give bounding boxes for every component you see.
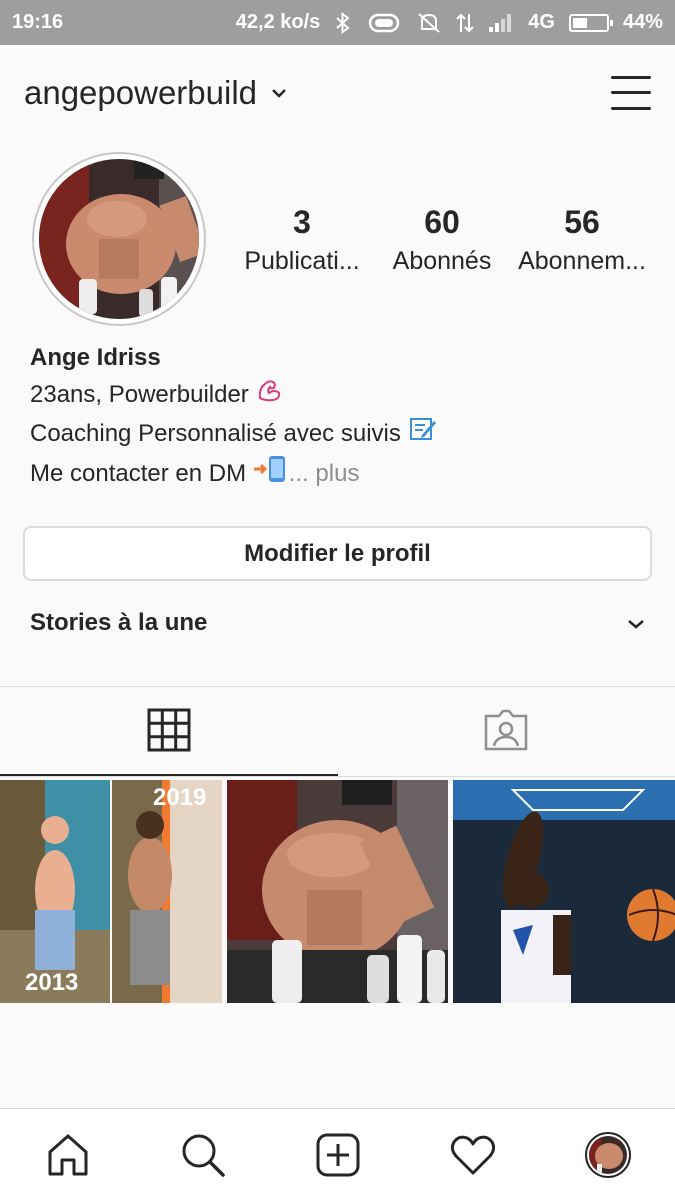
status-time: 19:16: [12, 11, 64, 33]
flexed-biceps-emoji: [255, 376, 283, 415]
search-icon[interactable]: [173, 1125, 233, 1185]
edit-profile-button[interactable]: Modifier le profil: [23, 526, 652, 581]
network-type: 4G: [528, 11, 555, 33]
battery-icon: [568, 13, 613, 32]
profile-header: angepowerbuild: [0, 45, 675, 140]
battery-percent: 44%: [622, 11, 663, 33]
heart-icon[interactable]: [443, 1125, 503, 1185]
stat-value: 3: [293, 204, 311, 240]
stat-followers[interactable]: 60 Abonnés: [372, 200, 512, 278]
memo-emoji: [408, 415, 438, 454]
post-year-label: 2019: [153, 784, 206, 811]
signal-icon: [488, 13, 514, 33]
bio-line: 23ans, Powerbuilder: [30, 376, 650, 415]
chevron-down-icon[interactable]: [271, 86, 287, 104]
net-speed: 42,2 ko/s: [235, 11, 321, 33]
arrow-phone-emoji: [253, 454, 289, 495]
stat-label: Publicati...: [244, 247, 360, 275]
stat-value: 56: [564, 204, 600, 240]
bio-text: 23ans, Powerbuilder: [30, 380, 249, 408]
stat-value: 60: [424, 204, 460, 240]
stat-following[interactable]: 56 Abonnem...: [512, 200, 652, 278]
profile-avatar[interactable]: [32, 152, 206, 326]
tab-tagged[interactable]: [338, 687, 675, 777]
avatar-photo: [588, 1135, 627, 1174]
tab-grid[interactable]: [0, 687, 338, 777]
username[interactable]: angepowerbuild: [24, 74, 257, 112]
post-year-label: 2013: [25, 969, 78, 996]
chevron-down-icon[interactable]: [627, 609, 645, 637]
post-thumbnail[interactable]: [453, 780, 675, 1003]
bio-text: Me contacter en DM: [30, 459, 253, 487]
profile-avatar[interactable]: [578, 1125, 638, 1185]
profile-stats: 3 Publicati... 60 Abonnés 56 Abonnem...: [232, 200, 652, 278]
grid-icon: [147, 708, 191, 757]
add-post-icon[interactable]: [308, 1125, 368, 1185]
data-arrows-icon: [456, 12, 474, 34]
avatar-photo: [39, 159, 199, 319]
status-bar: 19:16 42,2 ko/s 4G 44%: [0, 0, 675, 45]
post-thumbnail[interactable]: 2019 2013: [0, 780, 222, 1003]
stat-label: Abonnem...: [518, 247, 646, 275]
profile-bio: Ange Idriss 23ans, Powerbuilder Coaching…: [30, 340, 650, 495]
bio-line: Coaching Personnalisé avec suivis: [30, 415, 650, 454]
profile-tabs: [0, 687, 675, 777]
bio-more-link[interactable]: ... plus: [289, 460, 360, 487]
bio-text: Coaching Personnalisé avec suivis: [30, 419, 401, 447]
bluetooth-icon: [334, 11, 352, 34]
stat-label: Abonnés: [392, 247, 492, 275]
story-highlights[interactable]: Stories à la une: [30, 600, 645, 646]
nav-avatar-ring: [584, 1131, 631, 1178]
menu-icon[interactable]: [611, 75, 651, 110]
mute-icon: [416, 11, 442, 35]
post-thumbnail[interactable]: [226, 780, 449, 1003]
vibrate-icon: [366, 12, 402, 34]
home-icon[interactable]: [38, 1125, 98, 1185]
bio-line: Me contacter en DM ... plus: [30, 454, 650, 495]
divider: [0, 776, 675, 777]
bottom-navigation: [0, 1109, 675, 1200]
stat-posts[interactable]: 3 Publicati...: [232, 200, 372, 278]
tagged-person-icon: [483, 708, 529, 757]
posts-grid: 2019 2013: [0, 780, 675, 1003]
profile-name: Ange Idriss: [30, 344, 161, 371]
story-highlights-label: Stories à la une: [30, 609, 208, 636]
